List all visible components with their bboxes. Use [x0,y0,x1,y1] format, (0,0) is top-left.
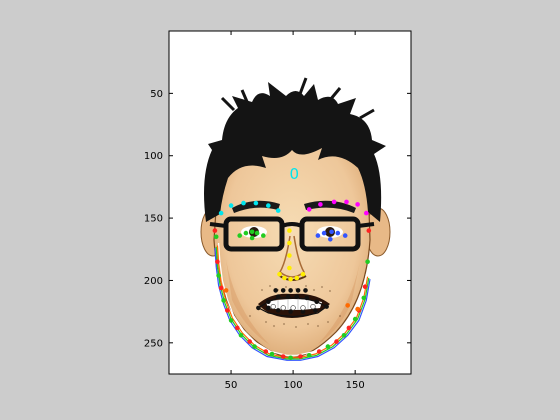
nose-point [282,275,287,281]
left-brow-point [266,203,271,208]
mouth-points-point [256,305,261,311]
right-eye-point [335,230,341,236]
left-brow-point [218,210,224,216]
jaw-points-point [235,325,240,331]
right-brow-point [355,202,360,207]
left-eye-point [243,230,249,236]
jaw-points-point [334,339,339,344]
mouth-inner-point [310,304,316,310]
jaw-points-green-point [352,316,358,322]
right-eye-point [342,233,348,238]
jaw-points-point [362,284,368,290]
nose-point [288,276,293,282]
mouth-inner-point [280,305,286,311]
chin-dots-point [345,303,351,308]
jaw-points-green-point [365,259,370,265]
chin-dots-point [355,306,360,312]
jaw-points-green-point [238,333,244,338]
right-eye-point [328,237,333,242]
right-brow-point [318,202,323,207]
mouth-points-point [324,304,329,309]
jaw-points-green-point [221,298,226,303]
nose-point [300,271,306,277]
left-eye-point [261,233,266,238]
jaw-points-point [298,354,303,359]
jaw-points-point [263,349,269,354]
nose-point [287,228,292,233]
nose-point [287,265,292,271]
jaw-points-point [212,228,218,233]
y-tick-label: 200 [144,276,163,287]
upper-lip-dots-point [303,288,308,293]
mouth-inner-point [290,305,296,311]
nose-point [287,240,292,246]
jaw-points-green-point [216,273,221,278]
jaw-points-point [346,325,352,331]
upper-lip-dots-point [288,288,293,293]
right-brow-point [364,210,369,216]
figure: 0 50 100 150 50 100 150 200 250 [144,30,412,391]
jaw-points-point [218,285,224,291]
jaw-points-green-point [228,318,234,323]
mouth-points-point [266,299,271,305]
x-tick-label: 100 [284,380,303,391]
right-brow-point [344,199,349,205]
chin-dots-point [223,288,229,293]
jaw-points-green-point [213,234,219,240]
mouth-points-point [275,294,281,300]
left-eye-point [237,233,242,238]
left-brow-point [241,200,246,206]
mouth-points-point [294,294,300,300]
jaw-points-green-point [361,295,367,301]
x-tick-label: 50 [225,380,238,391]
jaw-points-point [247,339,252,344]
mouth-points-point [275,308,281,313]
left-eye-point [254,230,260,236]
left-brow-point [228,203,234,208]
left-eye-point [249,235,255,241]
right-eye-point [321,230,327,236]
y-tick-label: 50 [150,89,163,100]
jaw-points-green-point [306,353,312,358]
left-eye-point [249,229,255,235]
y-tick-label: 100 [144,151,163,162]
mouth-points-point [304,295,310,301]
nose-point [287,253,292,258]
left-brow-point [253,200,259,206]
mouth-points-point [285,294,291,300]
right-eye-point [329,229,334,235]
jaw-points-point [316,349,322,354]
y-tick-label: 150 [144,214,163,225]
jaw-points-point [280,354,286,359]
jaw-points-green-point [288,355,293,361]
mouth-points-point [314,299,320,305]
jaw-points-point [225,308,230,313]
right-brow-point [306,207,312,212]
mouth-points-point [266,305,271,311]
upper-lip-dots-point [295,288,301,293]
nose-point [277,271,282,277]
annotations: 0 [290,165,300,183]
jaw-points-green-point [252,344,257,349]
right-eye-point [315,233,321,238]
mouth-inner-point [300,305,306,311]
jaw-points-green-point [269,351,275,357]
y-tick-label: 250 [144,338,163,349]
right-brow-point [331,199,337,205]
upper-lip-dots-point [280,288,286,293]
upper-lip-dots-point [273,288,279,293]
jaw-points-point [366,228,372,233]
left-brow-point [275,208,281,213]
jaw-points-point [215,259,220,265]
annotation-label: 0 [290,165,300,183]
mouth-inner-point [270,304,276,310]
jaw-points-green-point [325,344,331,349]
jaw-points-green-point [341,333,347,338]
x-tick-label: 150 [346,380,365,391]
nose-point [294,275,300,281]
